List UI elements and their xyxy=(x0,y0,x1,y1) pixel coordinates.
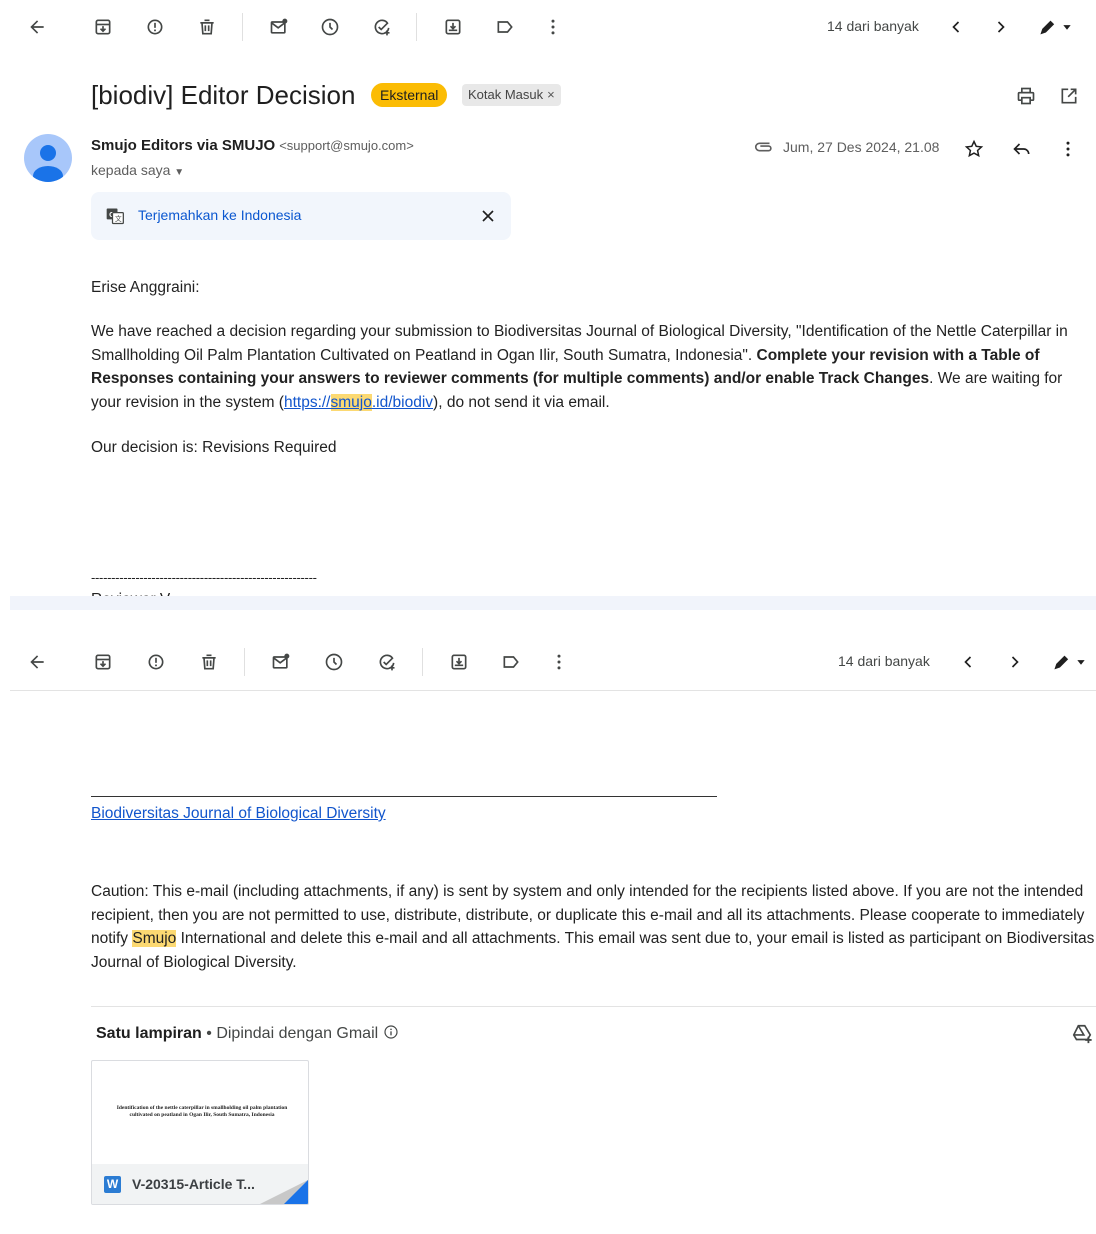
caution-text-2: International and delete this e-mail and… xyxy=(91,930,1095,971)
scan-label: Dipindai dengan Gmail xyxy=(216,1025,379,1042)
chevron-right-icon[interactable] xyxy=(990,16,1012,38)
add-task-icon[interactable] xyxy=(376,651,398,673)
add-task-icon[interactable] xyxy=(371,16,393,38)
label-chip-inbox[interactable]: Kotak Masuk × xyxy=(462,84,561,106)
scroll-fade xyxy=(10,596,1096,610)
caret-down-icon: ▼ xyxy=(174,167,185,178)
delete-icon[interactable] xyxy=(198,651,220,673)
chevron-left-icon[interactable] xyxy=(945,16,967,38)
open-new-window-icon[interactable] xyxy=(1058,85,1080,107)
toolbar-bottom-border xyxy=(10,690,1096,691)
pager-text: 14 dari banyak xyxy=(827,18,919,34)
label-icon[interactable] xyxy=(494,16,516,38)
toolbar-divider xyxy=(244,648,245,676)
body-text-3: ), do not send it via email. xyxy=(433,393,610,411)
link-part: .id/biodiv xyxy=(371,393,434,411)
cut-off-text: Reviewer V xyxy=(91,588,170,596)
sender-line: Smujo Editors via SMUJO <support@smujo.co… xyxy=(91,137,414,154)
delete-icon[interactable] xyxy=(196,16,218,38)
page-curl-icon xyxy=(260,1180,308,1204)
attachment-clip-icon xyxy=(753,138,775,156)
label-icon[interactable] xyxy=(500,651,522,673)
add-to-drive-icon[interactable] xyxy=(1070,1022,1094,1046)
report-spam-icon[interactable] xyxy=(144,16,166,38)
translate-icon: G文 xyxy=(104,205,126,227)
chevron-left-icon[interactable] xyxy=(957,651,979,673)
caution-highlight: Smujo xyxy=(132,930,177,947)
avatar[interactable] xyxy=(24,134,72,182)
signature-divider xyxy=(91,796,717,797)
close-icon[interactable] xyxy=(477,205,499,227)
pen-dropdown-icon[interactable] xyxy=(1036,16,1076,38)
sender-address: <support@smujo.com> xyxy=(279,138,414,153)
back-arrow-icon[interactable] xyxy=(26,651,48,673)
attachment-card[interactable]: Identification of the nettle caterpillar… xyxy=(91,1060,309,1205)
toolbar-divider xyxy=(422,648,423,676)
reply-icon[interactable] xyxy=(1011,138,1033,160)
external-badge: Eksternal xyxy=(371,83,448,107)
star-icon[interactable] xyxy=(963,138,985,160)
archive-icon[interactable] xyxy=(92,16,114,38)
bullet-separator: • xyxy=(206,1025,217,1042)
mark-unread-icon[interactable] xyxy=(270,651,292,673)
info-icon[interactable] xyxy=(383,1024,399,1045)
dashed-divider: ----------------------------------------… xyxy=(91,570,317,585)
more-vert-icon[interactable] xyxy=(548,651,570,673)
greeting: Erise Anggraini: xyxy=(91,279,200,296)
attachments-divider xyxy=(91,1006,1096,1007)
submission-link[interactable]: https://smujo.id/biodiv xyxy=(283,393,434,411)
print-icon[interactable] xyxy=(1015,85,1037,107)
translate-bar: G文 Terjemahkan ke Indonesia xyxy=(91,192,511,240)
recipient-text: kepada saya xyxy=(91,162,171,178)
pager-text: 14 dari banyak xyxy=(838,653,930,669)
message-more-icon[interactable] xyxy=(1057,138,1079,160)
link-highlight: smujo xyxy=(330,393,372,411)
decision-line: Our decision is: Revisions Required xyxy=(91,439,337,456)
mark-unread-icon[interactable] xyxy=(268,16,290,38)
remove-label-button[interactable]: × xyxy=(547,87,555,102)
attachment-preview-text: Identification of the nettle caterpillar… xyxy=(116,1105,288,1118)
email-date: Jum, 27 Des 2024, 21.08 xyxy=(783,139,940,155)
pen-dropdown-icon[interactable] xyxy=(1050,651,1090,673)
journal-link[interactable]: Biodiversitas Journal of Biological Dive… xyxy=(91,802,386,826)
toolbar-divider xyxy=(416,13,417,41)
svg-text:文: 文 xyxy=(115,214,122,223)
word-file-icon: W xyxy=(104,1176,121,1193)
email-subject: [biodiv] Editor Decision xyxy=(91,80,356,110)
caution-paragraph: Caution: This e-mail (including attachme… xyxy=(91,880,1096,974)
translate-link[interactable]: Terjemahkan ke Indonesia xyxy=(138,207,301,223)
sender-name[interactable]: Smujo Editors via SMUJO xyxy=(91,137,275,154)
toolbar-divider xyxy=(242,13,243,41)
body-paragraph: We have reached a decision regarding you… xyxy=(91,320,1071,414)
label-chip-text: Kotak Masuk xyxy=(468,87,544,102)
recipient-dropdown[interactable]: kepada saya ▼ xyxy=(91,162,184,178)
back-arrow-icon[interactable] xyxy=(26,16,48,38)
move-to-icon[interactable] xyxy=(442,16,464,38)
attachments-header: Satu lampiran • Dipindai dengan Gmail xyxy=(96,1024,399,1045)
snooze-icon[interactable] xyxy=(319,16,341,38)
more-vert-icon[interactable] xyxy=(542,16,564,38)
chevron-right-icon[interactable] xyxy=(1004,651,1026,673)
attachment-file-name: V-20315-Article T... xyxy=(132,1176,255,1192)
archive-icon[interactable] xyxy=(92,651,114,673)
snooze-icon[interactable] xyxy=(323,651,345,673)
attachment-count: Satu lampiran xyxy=(96,1025,202,1042)
report-spam-icon[interactable] xyxy=(145,651,167,673)
move-to-icon[interactable] xyxy=(448,651,470,673)
link-part: https:// xyxy=(283,393,331,411)
